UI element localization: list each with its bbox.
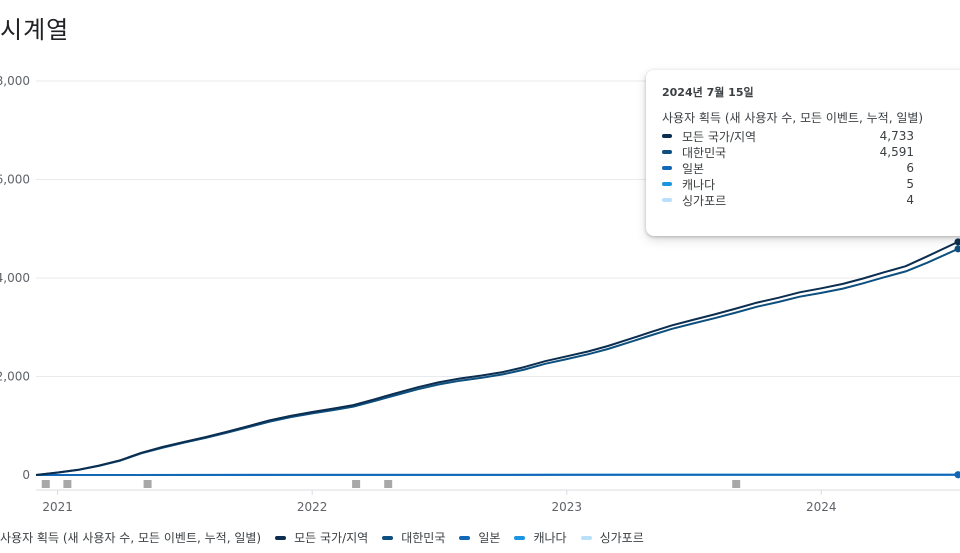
x-tick-label: 2021	[42, 500, 73, 514]
annotation-marker	[143, 480, 152, 488]
annotation-markers	[41, 480, 741, 488]
legend-swatch	[514, 535, 526, 540]
x-tick-label: 2024	[806, 500, 837, 514]
legend-item[interactable]: 대한민국	[382, 529, 445, 546]
legend-item[interactable]: 일본	[459, 529, 500, 546]
series-swatch	[662, 198, 672, 202]
y-tick-label: 6,000	[0, 173, 30, 187]
tooltip-row: 일본 6	[662, 160, 914, 176]
legend-item[interactable]: 캐나다	[514, 529, 567, 546]
series-swatch	[662, 166, 672, 170]
legend-swatch	[382, 535, 394, 540]
annotation-marker	[732, 480, 741, 488]
tooltip-date: 2024년 7월 15일	[662, 86, 754, 99]
tooltip-metric: 사용자 획득 (새 사용자 수, 모든 이벤트, 누적, 일별)	[662, 111, 924, 125]
annotation-marker	[352, 480, 361, 488]
y-tick-label: 0	[22, 468, 30, 482]
tooltip-rows: 모든 국가/지역 4,733 대한민국 4,591 일본 6 캐나다 5 싱가포…	[662, 128, 958, 208]
legend-item-label: 싱가포르	[599, 531, 644, 545]
series-end-point	[954, 245, 960, 253]
hover-tooltip: 2024년 7월 15일 사용자 획득 (새 사용자 수, 모든 이벤트, 누적…	[646, 70, 960, 236]
tooltip-series-value: 6	[906, 161, 914, 175]
tooltip-series-name: 캐나다	[682, 177, 716, 192]
series-swatch	[662, 182, 672, 186]
series-end-point	[954, 471, 960, 479]
legend-item[interactable]: 모든 국가/지역	[275, 529, 368, 546]
series-end-point	[954, 238, 960, 246]
series-line	[35, 247, 959, 476]
legend-item-label: 대한민국	[401, 531, 446, 545]
legend-item-label: 캐나다	[533, 531, 567, 545]
tooltip-series-value: 4,733	[879, 129, 914, 143]
series-swatch	[662, 150, 672, 154]
chart-legend: 사용자 획득 (새 사용자 수, 모든 이벤트, 누적, 일별) 모든 국가/지…	[0, 529, 644, 546]
tooltip-series-name: 싱가포르	[682, 193, 727, 208]
annotation-marker	[384, 480, 393, 488]
y-tick-label: 2,000	[0, 370, 30, 384]
legend-metric-label: 사용자 획득 (새 사용자 수, 모든 이벤트, 누적, 일별)	[0, 531, 262, 545]
annotation-marker	[63, 480, 72, 488]
y-tick-label: 4,000	[0, 271, 30, 285]
x-tick-label: 2022	[297, 500, 328, 514]
legend-item[interactable]: 싱가포르	[580, 529, 644, 546]
series-lines	[35, 238, 960, 479]
tooltip-series-value: 4,591	[879, 145, 914, 159]
tooltip-series-name: 모든 국가/지역	[682, 129, 757, 144]
legend-swatch	[580, 535, 592, 540]
tooltip-row: 모든 국가/지역 4,733	[662, 128, 914, 144]
series-swatch	[662, 134, 672, 138]
tooltip-series-value: 5	[906, 177, 914, 191]
tooltip-row: 캐나다 5	[662, 176, 914, 192]
legend-item-label: 모든 국가/지역	[294, 531, 369, 545]
legend-item-label: 일본	[478, 531, 501, 545]
legend-swatch	[459, 535, 471, 540]
y-tick-label: 8,000	[0, 74, 30, 88]
tooltip-row: 대한민국 4,591	[662, 144, 914, 160]
legend-swatch	[275, 535, 287, 540]
tooltip-row: 싱가포르 4	[662, 192, 914, 208]
x-tick-label: 2023	[551, 500, 582, 514]
annotation-marker	[41, 480, 50, 488]
series-line	[35, 240, 959, 476]
tooltip-series-name: 대한민국	[682, 145, 727, 160]
tooltip-series-value: 4	[906, 193, 914, 207]
tooltip-series-name: 일본	[682, 161, 705, 176]
